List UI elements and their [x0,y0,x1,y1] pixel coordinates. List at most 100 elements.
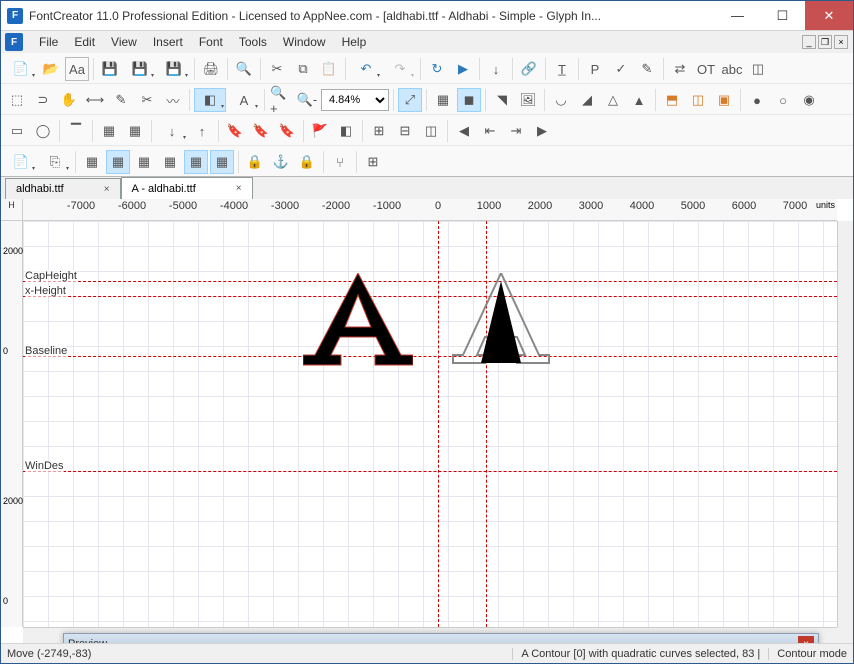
menu-insert[interactable]: Insert [145,32,191,52]
doc-dd-button[interactable]: 📄▾ [5,150,37,174]
align-top-button[interactable]: ▔ [64,119,88,143]
kerning-button[interactable]: ⇄ [668,57,692,81]
grid1-button[interactable]: ▦ [97,119,121,143]
menu-file[interactable]: File [31,32,66,52]
compose-button[interactable]: ⊞ [367,119,391,143]
target-button[interactable]: ◉ [797,88,821,112]
fill-mode-button[interactable]: ◼ [457,88,481,112]
ellipse-tool[interactable]: ◯ [31,119,55,143]
glyph-filled[interactable] [303,273,413,367]
validate-button[interactable]: ✓ [609,57,633,81]
rect-tool[interactable]: ▭ [5,119,29,143]
paste-button[interactable]: 📋 [317,57,341,81]
circle-button[interactable]: ○ [771,88,795,112]
tangent-button[interactable]: △ [601,88,625,112]
save-as-button[interactable]: 💾▾ [124,57,156,81]
glyph-button[interactable]: ◫ [746,57,770,81]
down-arrow-button[interactable]: ↓ [484,57,508,81]
contour-fill-button[interactable]: ◧▾ [194,88,226,112]
minimize-button[interactable]: — [715,1,760,30]
script-button[interactable]: abc [720,57,744,81]
zoom-in-button[interactable]: 🔍+ [269,88,293,112]
prev-button[interactable]: ◀ [452,119,476,143]
import-button[interactable]: ↓▾ [156,119,188,143]
menu-view[interactable]: View [103,32,145,52]
menu-font[interactable]: Font [191,32,231,52]
copy-dd-button[interactable]: ⎘▾ [39,150,71,174]
fit-window-button[interactable]: ⤢ [398,88,422,112]
grid-f-button[interactable]: ▦ [210,150,234,174]
knife-tool[interactable]: ✂ [135,88,159,112]
opentype-button[interactable]: OT [694,57,718,81]
subtract-button[interactable]: ▣ [712,88,736,112]
lock-button[interactable]: 🔒 [243,150,267,174]
mdi-close-button[interactable]: × [834,35,848,49]
grid-c-button[interactable]: ▦ [132,150,156,174]
glyph-outline[interactable] [451,273,551,367]
zoom-out-button[interactable]: 🔍- [295,88,319,112]
ruler-tool[interactable]: ⟷ [83,88,107,112]
menu-help[interactable]: Help [334,32,375,52]
zoom-select[interactable]: 4.84% [321,89,389,111]
glyph-canvas[interactable]: CapHeight x-Height Baseline WinDes [23,221,837,627]
palette-button[interactable]: ◫ [419,119,443,143]
find-button[interactable]: 🔍 [232,57,256,81]
launch-button[interactable]: ▶ [451,57,475,81]
corner-button[interactable]: ◢ [575,88,599,112]
glyph-preview-button[interactable]: A▾ [228,88,260,112]
copy-button[interactable]: ⧉ [291,57,315,81]
menu-window[interactable]: Window [275,32,334,52]
flip-h-button[interactable]: ▲ [627,88,651,112]
marquee-tool[interactable]: ⬚ [5,88,29,112]
script-flag-button[interactable]: 🚩 [308,119,332,143]
grid-d-button[interactable]: ▦ [158,150,182,174]
hand-tool[interactable]: ✋ [57,88,81,112]
link-button[interactable]: 🔗 [517,57,541,81]
decompose-button[interactable]: ⊟ [393,119,417,143]
smooth-button[interactable]: ◡ [549,88,573,112]
lasso-tool[interactable]: ⊃ [31,88,55,112]
cut-button[interactable]: ✂ [265,57,289,81]
preview-close-button[interactable]: × [798,636,814,643]
props-button[interactable]: ⊞ [361,150,385,174]
menu-tools[interactable]: Tools [231,32,275,52]
redo-button[interactable]: ↷▾ [384,57,416,81]
first-button[interactable]: ⇤ [478,119,502,143]
lock2-button[interactable]: 🔒 [295,150,319,174]
properties-button[interactable]: P [583,57,607,81]
anchor-button[interactable]: ⚓ [269,150,293,174]
grid-a-button[interactable]: ▦ [80,150,104,174]
draw-tool[interactable]: 〰 [161,88,185,112]
export-button[interactable]: ↑ [190,119,214,143]
tab-aldhabi[interactable]: aldhabi.ttf × [5,178,121,199]
mdi-minimize-button[interactable]: _ [802,35,816,49]
grid-button[interactable]: ▦ [431,88,455,112]
menu-edit[interactable]: Edit [66,32,103,52]
preview-header[interactable]: Preview × [64,634,818,643]
text-tool-button[interactable]: T̲ [550,57,574,81]
print-button[interactable]: 🖨 [199,57,223,81]
branch-button[interactable]: ⑂ [328,150,352,174]
edit-button[interactable]: ✎ [635,57,659,81]
pen-tool[interactable]: ✎ [109,88,133,112]
tab-close-icon[interactable]: × [104,184,110,195]
scrollbar-vertical[interactable] [837,221,853,627]
bookmark3-button[interactable]: 🔖 [275,119,299,143]
open-font-button[interactable]: 📂 [39,57,63,81]
maximize-button[interactable]: ☐ [760,1,805,30]
mdi-restore-button[interactable]: ❐ [818,35,832,49]
refresh-button[interactable]: ↻ [425,57,449,81]
next-button[interactable]: ▶ [530,119,554,143]
bookmark1-button[interactable]: 🔖 [223,119,247,143]
tab-a-aldhabi[interactable]: A - aldhabi.ttf × [121,177,253,199]
bookmark2-button[interactable]: 🔖 [249,119,273,143]
new-font-button[interactable]: 📄▾ [5,57,37,81]
save-button[interactable]: 💾 [98,57,122,81]
save-all-button[interactable]: 💾▾ [158,57,190,81]
close-button[interactable]: ✕ [805,1,853,30]
undo-button[interactable]: ↶▾ [350,57,382,81]
last-button[interactable]: ⇥ [504,119,528,143]
intersect-button[interactable]: ◫ [686,88,710,112]
grid2-button[interactable]: ▦ [123,119,147,143]
grid-b-button[interactable]: ▦ [106,150,130,174]
